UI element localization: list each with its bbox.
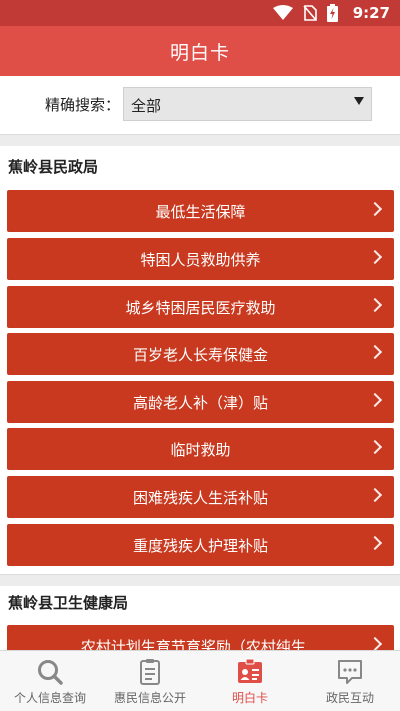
list-item-label: 临时救助	[170, 440, 231, 459]
nav-label: 个人信息查询	[13, 691, 86, 705]
id-card-icon	[235, 658, 265, 686]
section-title: 蕉岭县民政局	[8, 158, 99, 176]
chevron-right-icon	[367, 249, 383, 265]
list-item[interactable]: 农村计划生育节育奖励（农村纯生...	[7, 625, 394, 650]
list-item-label: 城乡特困居民医疗救助	[125, 298, 276, 317]
nav-label: 惠民信息公开	[113, 691, 186, 705]
list-item[interactable]: 最低生活保障	[7, 190, 394, 232]
list-item-label: 农村计划生育节育奖励（农村纯生...	[80, 637, 321, 651]
list-item-label: 重度残疾人护理补贴	[132, 536, 268, 555]
content-list[interactable]: 蕉岭县民政局 最低生活保障 特困人员救助供养 城乡特困居民医疗救助 百岁老人长寿…	[0, 146, 400, 650]
chevron-right-icon	[367, 344, 383, 360]
search-row: 精确搜索： 全部	[0, 76, 400, 134]
chat-icon	[335, 658, 365, 686]
dropdown-arrow-icon	[354, 97, 364, 105]
nav-label: 政民互动	[325, 691, 374, 705]
nav-personal-info[interactable]: 个人信息查询	[0, 651, 100, 711]
list-item[interactable]: 重度残疾人护理补贴	[7, 524, 394, 566]
list-item-label: 特困人员救助供养	[140, 250, 261, 269]
status-time: 9:27	[352, 4, 390, 22]
list-item[interactable]: 困难残疾人生活补贴	[7, 476, 394, 518]
list-item[interactable]: 百岁老人长寿保健金	[7, 333, 394, 375]
list-item-label: 高龄老人补（津）贴	[132, 393, 268, 412]
search-label: 精确搜索：	[45, 96, 121, 114]
list-item[interactable]: 城乡特困居民医疗救助	[7, 286, 394, 328]
list-item-label: 最低生活保障	[155, 202, 246, 221]
nav-public-info[interactable]: 惠民信息公开	[100, 651, 200, 711]
chevron-right-icon	[367, 487, 383, 503]
list-item[interactable]: 特困人员救助供养	[7, 238, 394, 280]
chevron-right-icon	[367, 201, 383, 217]
no-sim-icon	[303, 5, 317, 21]
nav-label: 明白卡	[231, 691, 268, 705]
list-item-label: 困难残疾人生活补贴	[132, 488, 268, 507]
section-divider	[0, 574, 400, 586]
list-item[interactable]: 临时救助	[7, 428, 394, 470]
chevron-right-icon	[367, 636, 383, 650]
nav-mingbai-card[interactable]: 明白卡	[200, 651, 300, 711]
divider	[0, 134, 400, 146]
list-item[interactable]: 高龄老人补（津）贴	[7, 381, 394, 423]
bottom-nav: 个人信息查询 惠民信息公开 明白卡 政民互动	[0, 650, 400, 711]
search-icon	[35, 658, 65, 686]
chevron-right-icon	[367, 392, 383, 408]
list-item-label: 百岁老人长寿保健金	[132, 345, 268, 364]
battery-charging-icon	[327, 4, 338, 22]
clipboard-icon	[135, 658, 165, 686]
search-select[interactable]: 全部	[123, 87, 372, 121]
page-title: 明白卡	[169, 41, 230, 64]
chevron-right-icon	[367, 439, 383, 455]
section-title: 蕉岭县卫生健康局	[8, 594, 129, 612]
chevron-right-icon	[367, 297, 383, 313]
chevron-right-icon	[367, 535, 383, 551]
wifi-icon	[273, 5, 293, 20]
search-select-value: 全部	[131, 97, 162, 115]
app-bar: 明白卡	[0, 26, 400, 76]
nav-interaction[interactable]: 政民互动	[300, 651, 400, 711]
status-icons	[273, 4, 338, 22]
status-bar: 9:27	[0, 0, 400, 26]
